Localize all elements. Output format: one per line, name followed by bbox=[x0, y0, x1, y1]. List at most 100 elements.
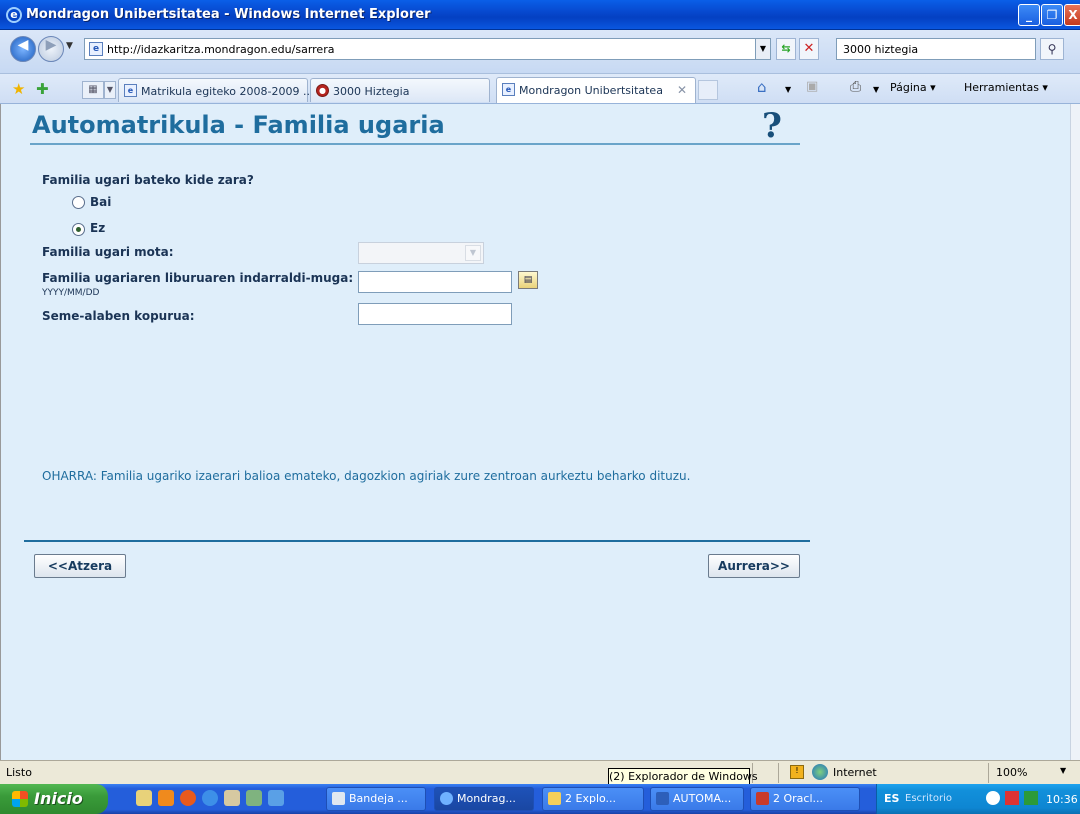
children-count-field[interactable] bbox=[358, 303, 512, 325]
taskbar-item-explorer[interactable]: 2 Explo... bbox=[542, 787, 644, 811]
expiry-date-field[interactable] bbox=[358, 271, 512, 293]
radio-no[interactable] bbox=[72, 223, 85, 236]
home-icon[interactable]: ⌂ bbox=[757, 78, 767, 96]
home-dropdown-icon[interactable]: ▼ bbox=[785, 85, 791, 94]
tab-hiztegia[interactable]: ● 3000 Hiztegia bbox=[310, 78, 490, 102]
app-icon[interactable] bbox=[268, 790, 284, 806]
page-menu[interactable]: Página ▾ bbox=[890, 81, 936, 94]
new-tab-button[interactable] bbox=[698, 80, 718, 100]
address-field[interactable]: e http://idazkaritza.mondragon.edu/sarre… bbox=[84, 38, 764, 60]
protected-mode-icon: ! bbox=[790, 765, 804, 779]
search-icon[interactable]: ⚲ bbox=[1040, 38, 1064, 60]
zoom-dropdown-icon[interactable]: ▼ bbox=[1060, 766, 1066, 775]
print-icon[interactable]: ⎙ bbox=[850, 79, 861, 95]
tab-mondragon-active[interactable]: e Mondragon Unibertsitatea ✕ bbox=[496, 77, 696, 103]
refresh-icon[interactable]: ⇆ bbox=[776, 38, 796, 60]
tab-label: 3000 Hiztegia bbox=[333, 85, 410, 98]
maximize-button[interactable]: ❐ bbox=[1041, 4, 1063, 26]
ie-page-icon: e bbox=[502, 83, 515, 96]
ie-icon bbox=[440, 792, 453, 805]
oracle-icon bbox=[756, 792, 769, 805]
add-favorite-icon[interactable]: ✚ bbox=[36, 80, 49, 98]
calendar-icon[interactable]: ▤ bbox=[518, 271, 538, 289]
children-count-label: Seme-alaben kopurua: bbox=[42, 309, 195, 323]
tab-label: Matrikula egiteko 2008-2009 ... bbox=[141, 85, 314, 98]
clock: 10:36 bbox=[1046, 793, 1078, 806]
radio-yes-label[interactable]: Bai bbox=[90, 195, 111, 209]
taskbar-label: Bandeja ... bbox=[349, 792, 408, 805]
back-form-button[interactable]: <<Atzera bbox=[34, 554, 126, 578]
taskbar-label: 2 Explo... bbox=[565, 792, 617, 805]
history-dropdown-icon[interactable]: ▼ bbox=[66, 41, 73, 51]
help-icon[interactable]: ? bbox=[762, 106, 782, 146]
back-button[interactable]: ◀ bbox=[10, 36, 36, 62]
bottom-divider bbox=[24, 540, 810, 542]
tab-label: Mondragon Unibertsitatea bbox=[519, 84, 663, 97]
app-icon[interactable] bbox=[246, 790, 262, 806]
taskbar-label: AUTOMA... bbox=[673, 792, 732, 805]
expiry-date-label: Familia ugariaren liburuaren indarraldi-… bbox=[42, 271, 354, 285]
media-icon[interactable] bbox=[158, 790, 174, 806]
next-form-button[interactable]: Aurrera>> bbox=[708, 554, 800, 578]
tab-toolbar: ★ ✚ ▦ ▼ e Matrikula egiteko 2008-2009 ..… bbox=[0, 74, 1080, 104]
word-icon bbox=[656, 792, 669, 805]
tray-network-icon[interactable] bbox=[1024, 791, 1038, 805]
firefox-icon[interactable] bbox=[180, 790, 196, 806]
page-icon: e bbox=[89, 42, 103, 56]
windows-logo-icon bbox=[12, 791, 28, 807]
large-family-question: Familia ugari bateko kide zara? bbox=[42, 173, 254, 187]
language-indicator[interactable]: ES bbox=[884, 792, 899, 805]
stop-icon[interactable]: ✕ bbox=[799, 38, 819, 60]
tab-list-icon[interactable]: ▼ bbox=[104, 81, 116, 99]
page-title: Automatrikula - Familia ugaria bbox=[32, 111, 445, 139]
print-dropdown-icon[interactable]: ▼ bbox=[873, 85, 879, 94]
address-url[interactable]: http://idazkaritza.mondragon.edu/sarrera bbox=[107, 43, 334, 56]
radio-no-label[interactable]: Ez bbox=[90, 221, 105, 235]
taskbar-label: 2 Oracl... bbox=[773, 792, 824, 805]
note-text: OHARRA: Familia ugariko izaerari balioa … bbox=[42, 469, 691, 483]
title-divider bbox=[30, 143, 800, 145]
family-type-label: Familia ugari mota: bbox=[42, 245, 174, 259]
minimize-button[interactable]: _ bbox=[1018, 4, 1040, 26]
search-value[interactable]: 3000 hiztegia bbox=[843, 43, 918, 56]
tray-arrow-icon[interactable] bbox=[986, 791, 1000, 805]
taskbar-item-mondragon[interactable]: Mondrag... bbox=[434, 787, 534, 811]
close-window-button[interactable]: X bbox=[1064, 4, 1080, 26]
tab-matrikula[interactable]: e Matrikula egiteko 2008-2009 ... bbox=[118, 78, 313, 102]
chevron-down-icon[interactable]: ▼ bbox=[465, 245, 481, 261]
date-format-hint: YYYY/MM/DD bbox=[42, 288, 100, 298]
taskbar-item-bandeja[interactable]: Bandeja ... bbox=[326, 787, 426, 811]
desktop-toolbar[interactable]: Escritorio bbox=[905, 793, 952, 804]
favorites-star-icon[interactable]: ★ bbox=[12, 80, 25, 98]
vertical-scrollbar[interactable] bbox=[1070, 104, 1080, 760]
address-dropdown-icon[interactable]: ▼ bbox=[755, 38, 771, 60]
mail-icon bbox=[332, 792, 345, 805]
status-divider bbox=[988, 763, 989, 783]
taskbar-item-word[interactable]: AUTOMA... bbox=[650, 787, 744, 811]
taskbar-label: Mondrag... bbox=[457, 792, 516, 805]
zone-label: Internet bbox=[833, 766, 877, 779]
ie-quicklaunch-icon[interactable] bbox=[202, 790, 218, 806]
close-tab-icon[interactable]: ✕ bbox=[677, 83, 687, 97]
search-input[interactable]: 3000 hiztegia bbox=[836, 38, 1036, 60]
quick-tabs-icon[interactable]: ▦ bbox=[82, 81, 104, 99]
family-type-select[interactable]: ▼ bbox=[358, 242, 484, 264]
hiztegia-icon: ● bbox=[316, 84, 329, 97]
page-content bbox=[0, 104, 1070, 760]
radio-yes[interactable] bbox=[72, 196, 85, 209]
status-bar: Listo bbox=[0, 760, 1080, 784]
show-desktop-icon[interactable] bbox=[136, 790, 152, 806]
window-title-bar[interactable]: e Mondragon Unibertsitatea - Windows Int… bbox=[0, 0, 1080, 30]
notepad-icon[interactable] bbox=[224, 790, 240, 806]
status-divider bbox=[778, 763, 779, 783]
internet-zone-icon bbox=[812, 764, 828, 780]
folder-icon bbox=[548, 792, 561, 805]
taskbar-item-oracle[interactable]: 2 Oracl... bbox=[750, 787, 860, 811]
tray-app-icon[interactable] bbox=[1005, 791, 1019, 805]
feeds-icon[interactable]: ▣ bbox=[806, 79, 818, 94]
forward-button[interactable]: ▶ bbox=[38, 36, 64, 62]
tools-menu[interactable]: Herramientas ▾ bbox=[964, 81, 1048, 94]
address-toolbar: ◀ ▶ ▼ e http://idazkaritza.mondragon.edu… bbox=[0, 30, 1080, 74]
zoom-level[interactable]: 100% bbox=[996, 766, 1027, 779]
window-title: Mondragon Unibertsitatea - Windows Inter… bbox=[26, 7, 431, 22]
